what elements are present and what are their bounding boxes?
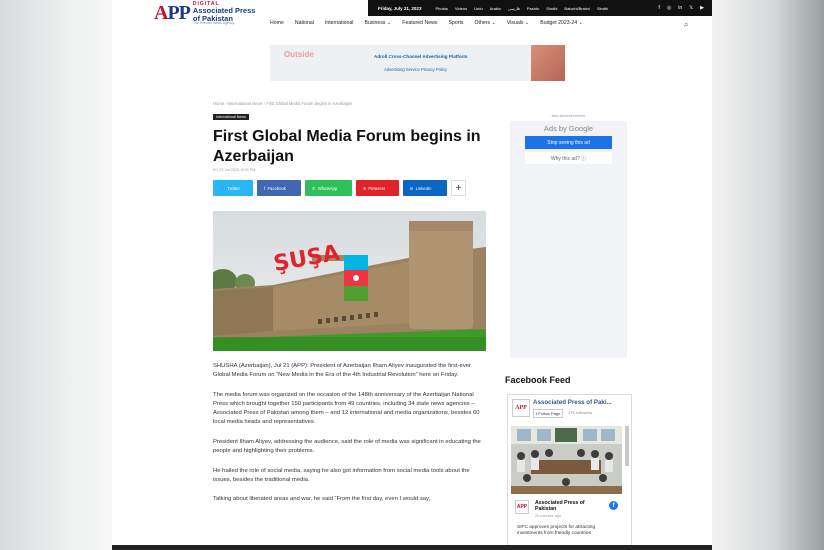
linkedin-icon[interactable]: in bbox=[678, 5, 682, 11]
share-whatsapp-button[interactable]: ✆ WhatsApp bbox=[305, 180, 352, 196]
logo-mark: APP bbox=[154, 2, 191, 25]
fb-post-text: SIFC approves projects for attracting in… bbox=[517, 525, 596, 537]
nav-international[interactable]: International bbox=[325, 20, 354, 26]
twitter-icon: 🐦 bbox=[220, 185, 228, 190]
twitter-icon[interactable]: 𝕏 bbox=[689, 5, 693, 11]
article-image: ŞUŞA bbox=[213, 211, 486, 351]
fb-cover-image[interactable] bbox=[511, 426, 622, 494]
facebook-icon[interactable]: f bbox=[658, 5, 659, 11]
nav-visuals[interactable]: Visuals ⌄ bbox=[507, 20, 529, 26]
lang-sindhi[interactable]: Sindhi bbox=[546, 6, 557, 11]
category-badge[interactable]: International News bbox=[213, 114, 249, 120]
google-ad-box: Ads by Google Stop seeing this ad Why th… bbox=[510, 121, 627, 358]
bottom-bar bbox=[112, 545, 712, 550]
breadcrumb[interactable]: Home › International News › First Global… bbox=[213, 101, 352, 106]
fb-scrollbar[interactable] bbox=[625, 426, 629, 466]
lang-videos[interactable]: Videos bbox=[455, 6, 467, 11]
logo-tagline: The Premier News Agency bbox=[192, 21, 235, 25]
fb-post-time: 20 minutes ago bbox=[535, 514, 561, 518]
lang-urdu[interactable]: Urdu bbox=[474, 6, 483, 11]
nav-national[interactable]: National bbox=[295, 20, 314, 26]
nav-others[interactable]: Others ⌄ bbox=[474, 20, 495, 26]
ad-brand: Outside bbox=[284, 50, 314, 59]
paragraph: SHUSHA (Azerbaijan), Jul 21 (APP): Presi… bbox=[213, 363, 471, 379]
facebook-feed-widget: APP Associated Press of Paki... f Follow… bbox=[507, 394, 632, 546]
share-linkedin-button[interactable]: in LinkedIn bbox=[403, 180, 447, 196]
why-this-ad-button[interactable]: Why this ad? ⓘ bbox=[525, 152, 612, 164]
fb-post-logo: APP bbox=[515, 500, 529, 514]
lang-balochi[interactable]: Balochi/Brahvi bbox=[564, 6, 590, 11]
left-background bbox=[0, 0, 112, 550]
share-twitter-button[interactable]: 🐦 Twitter bbox=[213, 180, 253, 196]
fb-follow-button[interactable]: f Follow Page bbox=[533, 409, 564, 418]
stop-seeing-ad-button[interactable]: Stop seeing this ad bbox=[525, 136, 612, 149]
nav-sports[interactable]: Sports bbox=[448, 20, 463, 26]
facebook-icon: f bbox=[609, 501, 618, 510]
article-date: Fri, 21 Jul 2023, 8:24 PM bbox=[213, 168, 256, 172]
ad-image bbox=[531, 45, 565, 81]
nav-business[interactable]: Business ⌄ bbox=[364, 20, 391, 26]
share-more-button[interactable]: + bbox=[451, 180, 466, 196]
ad-links[interactable]: Advertising Service Privacy Policy bbox=[384, 67, 447, 72]
fb-page-name[interactable]: Associated Press of Paki... bbox=[533, 399, 612, 406]
fb-post-author[interactable]: Associated Press of Pakistan bbox=[535, 500, 605, 512]
nav-budget[interactable]: Budget 2023-24 ⌄ bbox=[540, 20, 583, 26]
lang-photos[interactable]: Photos bbox=[435, 6, 447, 11]
paragraph: The media forum was organized on the occ… bbox=[213, 391, 480, 426]
top-date: Friday, July 21, 2023 bbox=[378, 5, 422, 11]
paragraph: He hailed the role of social media, sayi… bbox=[213, 467, 470, 483]
paragraph: President Ilham Aliyev, addressing the a… bbox=[213, 438, 481, 454]
banner-ad[interactable]: Outside Adroll Cross-Channel Advertising… bbox=[270, 45, 565, 81]
lang-pashto[interactable]: Pashto bbox=[527, 6, 539, 11]
fb-page-logo[interactable]: APP bbox=[512, 399, 530, 417]
site-logo[interactable]: APP DIGITAL Associated Press of Pakistan… bbox=[154, 2, 255, 26]
youtube-icon[interactable]: ▶ bbox=[700, 5, 704, 11]
article-title: First Global Media Forum begins in Azerb… bbox=[213, 128, 481, 165]
fb-followers-count: 17K followers bbox=[568, 410, 593, 415]
sidebar-ad-label: - Ads advertisements - bbox=[549, 114, 588, 118]
article-body: SHUSHA (Azerbaijan), Jul 21 (APP): Presi… bbox=[213, 362, 485, 515]
share-bar: 🐦 Twitter f Facebook ✆ WhatsApp ℗ Pinter… bbox=[213, 180, 466, 196]
article-page: APP DIGITAL Associated Press of Pakistan… bbox=[112, 0, 712, 550]
nav-featured-news[interactable]: Featured News bbox=[402, 20, 437, 26]
facebook-feed-title: Facebook Feed bbox=[505, 375, 571, 385]
fb-page-header: APP Associated Press of Paki... f Follow… bbox=[508, 395, 631, 423]
paragraph: Talking about liberated areas and war, h… bbox=[213, 496, 431, 503]
main-nav: Home National International Business ⌄ F… bbox=[270, 20, 583, 26]
search-icon[interactable]: ⌕ bbox=[684, 20, 688, 30]
nav-home[interactable]: Home bbox=[270, 20, 284, 26]
right-background bbox=[712, 0, 824, 550]
top-bar: Friday, July 21, 2023 Photos Videos Urdu… bbox=[368, 0, 712, 16]
lang-arabic[interactable]: Arabic bbox=[490, 6, 501, 11]
lang-sindhi-2[interactable]: Sindhi bbox=[597, 6, 608, 11]
share-pinterest-button[interactable]: ℗ Pinterest bbox=[356, 180, 399, 196]
ads-by-google: Ads by Google bbox=[543, 124, 594, 133]
instagram-icon[interactable]: ◎ bbox=[667, 5, 671, 11]
lang-farsi[interactable]: فارسی bbox=[508, 6, 520, 11]
share-facebook-button[interactable]: f Facebook bbox=[257, 180, 301, 196]
ad-title[interactable]: Adroll Cross-Channel Advertising Platfor… bbox=[374, 54, 468, 59]
